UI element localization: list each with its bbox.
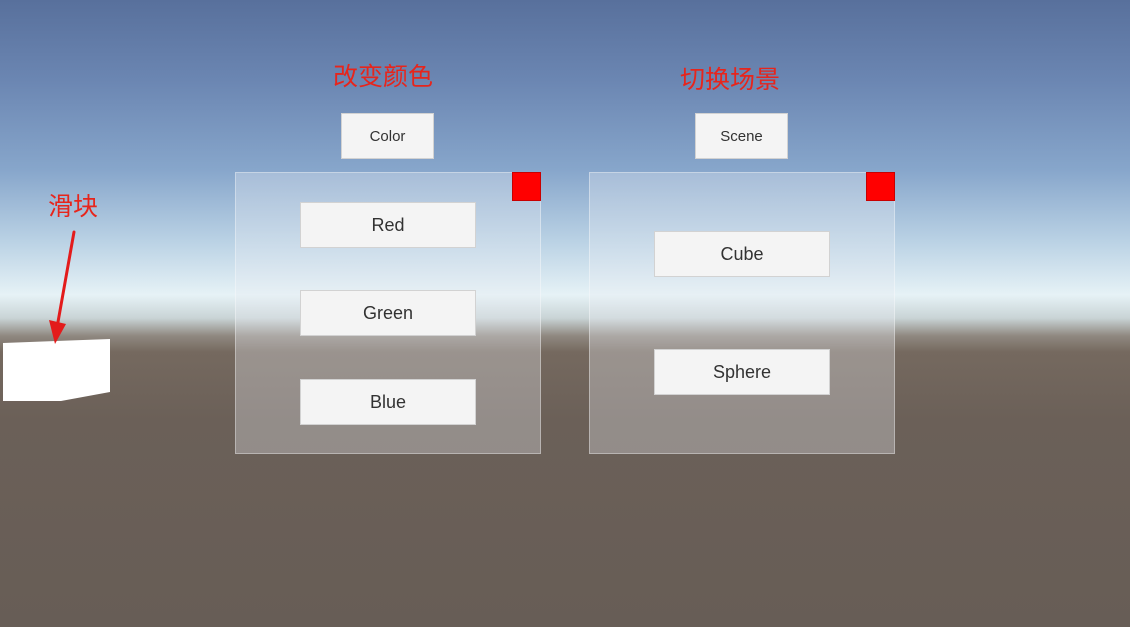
slider-block[interactable] bbox=[0, 336, 112, 404]
color-panel-close-icon[interactable] bbox=[512, 172, 541, 201]
color-button[interactable]: Color bbox=[341, 113, 434, 159]
arrow-icon bbox=[49, 230, 76, 344]
blue-button[interactable]: Blue bbox=[300, 379, 476, 425]
scene-panel-close-icon[interactable] bbox=[866, 172, 895, 201]
scene-panel bbox=[589, 172, 895, 454]
sphere-button[interactable]: Sphere bbox=[654, 349, 830, 395]
cube-button[interactable]: Cube bbox=[654, 231, 830, 277]
change-color-heading: 改变颜色 bbox=[333, 63, 434, 91]
scene-button[interactable]: Scene bbox=[695, 113, 788, 159]
slider-heading: 滑块 bbox=[48, 193, 99, 221]
red-button[interactable]: Red bbox=[300, 202, 476, 248]
switch-scene-heading: 切换场景 bbox=[680, 66, 781, 94]
scene-background bbox=[0, 0, 1130, 627]
green-button[interactable]: Green bbox=[300, 290, 476, 336]
